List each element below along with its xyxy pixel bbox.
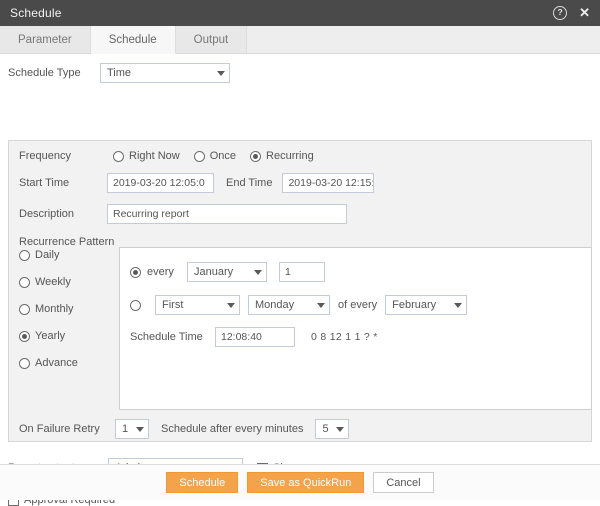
tab-output[interactable]: Output bbox=[175, 26, 248, 53]
pattern-option-daily[interactable]: Daily bbox=[19, 249, 114, 261]
recurring-settings-panel: Frequency Right Now Once Recurring Start… bbox=[8, 140, 592, 442]
tab-parameter[interactable]: Parameter bbox=[0, 26, 91, 53]
yearly-every-label: every bbox=[147, 266, 174, 278]
chevron-down-icon bbox=[336, 426, 345, 432]
start-time-input[interactable]: 2019-03-20 12:05:0 bbox=[107, 173, 214, 193]
yearly-ordinal-row: First Monday of every February bbox=[120, 282, 591, 315]
failure-retry-value: 1 bbox=[122, 423, 129, 435]
save-as-quickrun-button[interactable]: Save as QuickRun bbox=[247, 472, 365, 493]
frequency-option-once[interactable]: Once bbox=[193, 150, 237, 162]
title-bar-actions: ? ✕ bbox=[553, 6, 592, 20]
description-input[interactable]: Recurring report bbox=[107, 204, 347, 224]
pattern-option-monthly-label: Monthly bbox=[35, 303, 74, 315]
frequency-row: Frequency Right Now Once Recurring bbox=[9, 141, 591, 162]
start-time-label: Start Time bbox=[19, 177, 70, 189]
radio-weekly[interactable] bbox=[19, 276, 30, 288]
pattern-option-advance-label: Advance bbox=[35, 357, 78, 369]
window-title: Schedule bbox=[10, 6, 62, 20]
chevron-down-icon bbox=[136, 426, 144, 432]
schedule-time-input[interactable]: 12:08:40 bbox=[215, 327, 295, 347]
yearly-pattern-editor: every January 1 First Monday of every Fe… bbox=[119, 247, 592, 410]
pattern-option-yearly[interactable]: Yearly bbox=[19, 330, 114, 342]
schedule-time-row: Schedule Time 12:08:40 0 8 12 1 1 ? * bbox=[120, 315, 591, 347]
title-bar: Schedule ? ✕ bbox=[0, 0, 600, 26]
failure-retry-row: On Failure Retry 1 Schedule after every … bbox=[9, 419, 350, 439]
schedule-type-row: Schedule Type Time bbox=[0, 54, 600, 92]
radio-recurring[interactable] bbox=[250, 150, 262, 162]
radio-yearly-every[interactable] bbox=[130, 266, 141, 278]
frequency-option-right-now-label: Right Now bbox=[129, 150, 180, 162]
yearly-month-value: January bbox=[194, 266, 234, 278]
pattern-option-daily-label: Daily bbox=[35, 249, 60, 261]
recurrence-pattern-row: Recurrence Pattern bbox=[9, 224, 591, 248]
frequency-option-once-label: Once bbox=[209, 150, 237, 162]
schedule-time-label: Schedule Time bbox=[130, 331, 203, 343]
failure-retry-select[interactable]: 1 bbox=[115, 419, 149, 439]
yearly-weekday-value: Monday bbox=[255, 299, 295, 311]
time-range-row: Start Time 2019-03-20 12:05:0 End Time 2… bbox=[9, 162, 591, 193]
tab-schedule[interactable]: Schedule bbox=[90, 26, 176, 54]
description-label: Description bbox=[19, 208, 75, 220]
schedule-button[interactable]: Schedule bbox=[166, 472, 239, 493]
pattern-option-weekly-label: Weekly bbox=[35, 276, 71, 288]
tab-strip: Parameter Schedule Output bbox=[0, 26, 600, 54]
cron-expression: 0 8 12 1 1 ? * bbox=[311, 331, 378, 343]
retry-interval-value: 5 bbox=[322, 423, 329, 435]
yearly-day-input[interactable]: 1 bbox=[279, 262, 325, 282]
close-icon[interactable]: ✕ bbox=[579, 6, 592, 19]
schedule-type-select[interactable]: Time bbox=[100, 63, 230, 83]
schedule-type-label: Schedule Type bbox=[8, 67, 81, 79]
radio-daily[interactable] bbox=[19, 249, 30, 261]
pattern-option-weekly[interactable]: Weekly bbox=[19, 276, 114, 288]
end-time-label: End Time bbox=[226, 177, 273, 189]
dialog-footer: Schedule Save as QuickRun Cancel bbox=[0, 464, 600, 500]
radio-advance[interactable] bbox=[19, 357, 30, 369]
yearly-of-every-label: of every bbox=[338, 299, 378, 311]
chevron-down-icon bbox=[317, 302, 325, 308]
schedule-dialog: Schedule ? ✕ Parameter Schedule Output S… bbox=[0, 0, 600, 506]
frequency-option-recurring[interactable]: Recurring bbox=[250, 150, 314, 162]
failure-retry-label: On Failure Retry bbox=[19, 423, 100, 435]
frequency-label: Frequency bbox=[19, 150, 71, 162]
chevron-down-icon bbox=[454, 302, 463, 308]
frequency-option-right-now[interactable]: Right Now bbox=[113, 150, 180, 162]
retry-interval-label: Schedule after every minutes bbox=[161, 423, 304, 435]
description-row: Description Recurring report bbox=[9, 193, 591, 224]
radio-monthly[interactable] bbox=[19, 303, 30, 315]
yearly-ordinal-value: First bbox=[162, 299, 184, 311]
chevron-down-icon bbox=[227, 302, 235, 308]
yearly-ordinal-month-select[interactable]: February bbox=[385, 295, 468, 315]
recurrence-pattern-label: Recurrence Pattern bbox=[19, 236, 115, 248]
help-circle-icon[interactable]: ? bbox=[553, 6, 568, 20]
chevron-down-icon bbox=[254, 269, 262, 275]
end-time-input[interactable]: 2019-03-20 12:15:2 bbox=[282, 173, 375, 193]
frequency-option-recurring-label: Recurring bbox=[266, 150, 314, 162]
radio-yearly-ordinal[interactable] bbox=[130, 299, 141, 311]
retry-interval-select[interactable]: 5 bbox=[315, 419, 350, 439]
chevron-down-icon bbox=[217, 70, 225, 76]
yearly-ordinal-select[interactable]: First bbox=[155, 295, 240, 315]
radio-right-now[interactable] bbox=[113, 150, 124, 162]
schedule-type-value: Time bbox=[107, 67, 132, 79]
yearly-ordinal-month-value: February bbox=[392, 299, 437, 311]
yearly-weekday-select[interactable]: Monday bbox=[248, 295, 330, 315]
pattern-option-monthly[interactable]: Monthly bbox=[19, 303, 114, 315]
cancel-button[interactable]: Cancel bbox=[373, 472, 434, 493]
pattern-option-yearly-label: Yearly bbox=[35, 330, 66, 342]
recurrence-pattern-options: Daily Weekly Monthly Yearly Advance bbox=[19, 249, 114, 369]
dialog-content: Schedule Type Time Frequency Right Now O… bbox=[0, 54, 600, 506]
yearly-month-select[interactable]: January bbox=[187, 262, 267, 282]
yearly-every-row: every January 1 bbox=[120, 248, 591, 282]
radio-yearly[interactable] bbox=[19, 330, 30, 342]
pattern-option-advance[interactable]: Advance bbox=[19, 357, 114, 369]
radio-once[interactable] bbox=[193, 150, 205, 162]
